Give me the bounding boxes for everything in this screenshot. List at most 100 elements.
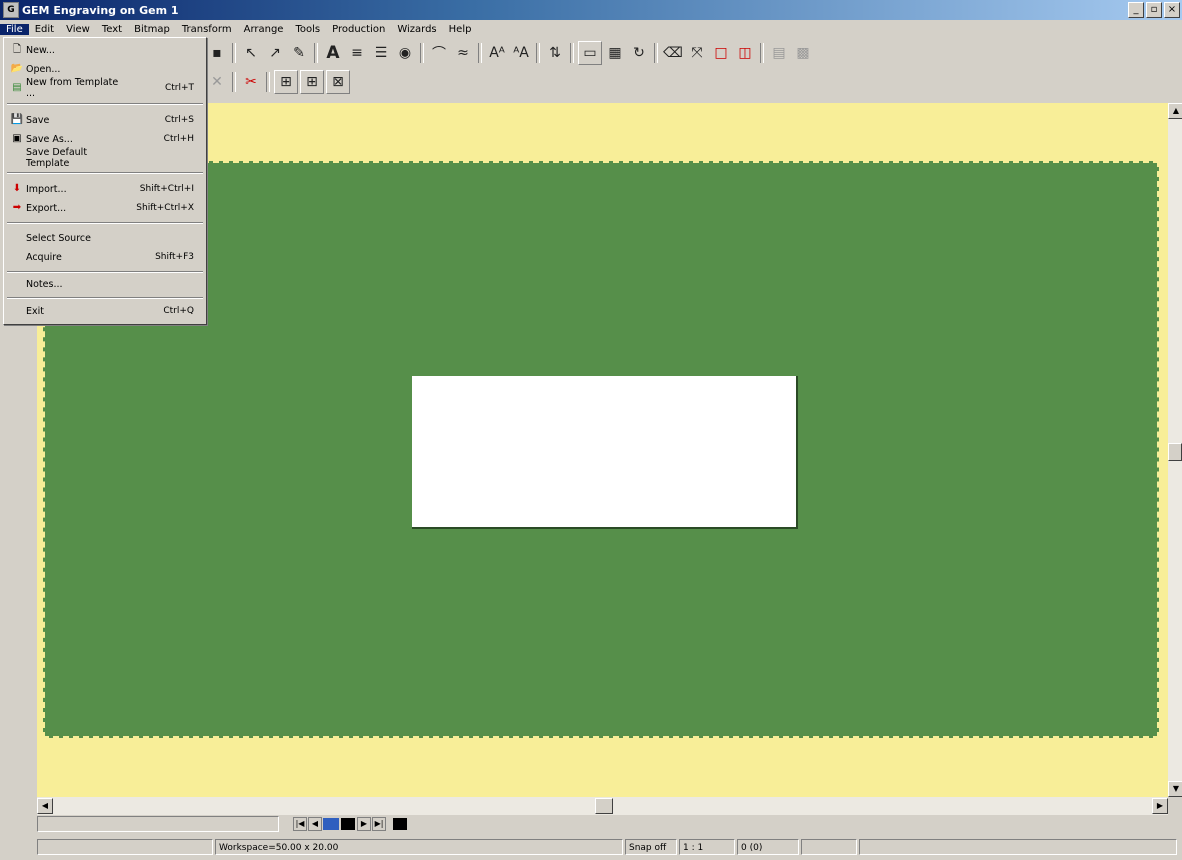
- node-edit-icon[interactable]: ↗: [264, 42, 286, 64]
- menu-item-exit[interactable]: Exit Ctrl+Q: [4, 302, 204, 320]
- menu-file[interactable]: File: [0, 23, 29, 35]
- status-panel-end: [859, 839, 1177, 855]
- text-columns-icon[interactable]: ☰: [370, 42, 392, 64]
- toolbar-separator: [232, 43, 236, 63]
- arc-text-icon[interactable]: ⌒: [428, 42, 450, 64]
- menu-wizards[interactable]: Wizards: [391, 24, 442, 35]
- save-as-icon: ▣: [12, 133, 22, 144]
- zoom-fit-icon[interactable]: ⊞: [274, 70, 298, 94]
- status-bar: Workspace=50.00 x 20.00 Snap off 1 : 1 0…: [0, 836, 1182, 858]
- hatch-icon[interactable]: ▤: [768, 42, 790, 64]
- rectangle-icon[interactable]: □: [710, 42, 732, 64]
- menu-item-acquire[interactable]: Acquire Shift+F3: [4, 248, 204, 266]
- status-panel-blank: [37, 839, 213, 855]
- pointer-icon[interactable]: ↖: [240, 42, 262, 64]
- palette-prev-icon[interactable]: ◀: [308, 817, 322, 831]
- secondary-toolbar: ✕ ✂ ⊞ ⊞ ⊠: [205, 69, 351, 95]
- status-snap: Snap off: [625, 839, 677, 855]
- scroll-right-icon[interactable]: ▶: [1152, 798, 1168, 814]
- text-tool-icon[interactable]: A: [322, 42, 344, 64]
- font-size-up-icon[interactable]: Aᴬ: [486, 42, 508, 64]
- window-title: GEM Engraving on Gem 1: [22, 3, 179, 17]
- menu-item-new[interactable]: 🗋 New...: [4, 41, 204, 59]
- palette-next-icon[interactable]: ▶: [357, 817, 371, 831]
- menu-arrange[interactable]: Arrange: [238, 24, 290, 35]
- vertical-scroll-thumb[interactable]: [1168, 443, 1182, 461]
- engraving-plate[interactable]: [43, 161, 1159, 738]
- menu-text[interactable]: Text: [96, 24, 128, 35]
- menu-item-export[interactable]: ➡ Export... Shift+Ctrl+X: [4, 199, 204, 217]
- eraser-icon[interactable]: ⌫: [662, 42, 684, 64]
- palette-last-icon[interactable]: ▶|: [372, 817, 386, 831]
- image-icon[interactable]: ▪: [206, 42, 228, 64]
- menu-transform[interactable]: Transform: [176, 24, 238, 35]
- text-align-icon[interactable]: ≡: [346, 42, 368, 64]
- color-swatch-blue[interactable]: [323, 818, 339, 830]
- scroll-left-icon[interactable]: ◀: [37, 798, 53, 814]
- main-toolbar: ▪ ↖ ↗ ✎ A ≡ ☰ ◉ ⌒ ≈ Aᴬ ᴬA ⇅ ▭ ▦ ↻ ⌫ ⤧ □ …: [205, 40, 815, 66]
- minimize-button[interactable]: _: [1128, 2, 1144, 18]
- menu-item-select-source[interactable]: Select Source: [4, 229, 204, 247]
- status-ratio: 1 : 1: [679, 839, 735, 855]
- close-button[interactable]: ×: [1164, 2, 1180, 18]
- menu-separator: [7, 297, 203, 299]
- selected-rectangle[interactable]: [412, 376, 798, 529]
- open-folder-icon: 📂: [10, 63, 24, 74]
- palette-first-icon[interactable]: |◀: [293, 817, 307, 831]
- import-icon: ⬇: [12, 183, 22, 194]
- rotate-icon[interactable]: ↻: [628, 42, 650, 64]
- menu-bitmap[interactable]: Bitmap: [128, 24, 176, 35]
- export-icon: ➡: [12, 202, 22, 213]
- transform-icon[interactable]: ⤧: [686, 42, 708, 64]
- toolbar-separator: [760, 43, 764, 63]
- freehand-icon[interactable]: ✎: [288, 42, 310, 64]
- menu-item-import[interactable]: ⬇ Import... Shift+Ctrl+I: [4, 180, 204, 198]
- frame-icon[interactable]: ▭: [578, 41, 602, 65]
- maximize-button[interactable]: ▫: [1146, 2, 1162, 18]
- palette-field: [37, 816, 279, 832]
- zoom-select-icon[interactable]: ⊠: [326, 70, 350, 94]
- delete-icon[interactable]: ✕: [206, 71, 228, 93]
- cut-icon[interactable]: ✂: [240, 71, 262, 93]
- status-panel-empty: [801, 839, 857, 855]
- toolbar-separator: [478, 43, 482, 63]
- menu-production[interactable]: Production: [326, 24, 391, 35]
- title-bar: G GEM Engraving on Gem 1 _ ▫ ×: [0, 0, 1182, 20]
- new-document-icon: 🗋: [12, 44, 22, 55]
- file-menu-dropdown: 🗋 New... 📂 Open... ▤ New from Template .…: [3, 37, 207, 325]
- crosshatch-icon[interactable]: ▩: [792, 42, 814, 64]
- menu-item-open[interactable]: 📂 Open...: [4, 60, 204, 78]
- toolbar-separator: [570, 43, 574, 63]
- app-icon[interactable]: G: [3, 2, 19, 18]
- path-text-icon[interactable]: ≈: [452, 42, 474, 64]
- menu-edit[interactable]: Edit: [29, 24, 60, 35]
- spacing-icon[interactable]: ⇅: [544, 42, 566, 64]
- toolbar-separator: [314, 43, 318, 63]
- menu-item-save[interactable]: 💾 Save Ctrl+S: [4, 111, 204, 129]
- menu-bar: File Edit View Text Bitmap Transform Arr…: [0, 20, 1182, 38]
- vertical-scrollbar[interactable]: ▲ ▼: [1168, 103, 1182, 797]
- template-icon: ▤: [12, 82, 22, 93]
- menu-item-notes[interactable]: Notes...: [4, 275, 204, 293]
- menu-separator: [7, 271, 203, 273]
- scroll-up-icon[interactable]: ▲: [1168, 103, 1182, 119]
- menu-view[interactable]: View: [60, 24, 96, 35]
- zoom-page-icon[interactable]: ⊞: [300, 70, 324, 94]
- window-icon[interactable]: ◫: [734, 42, 756, 64]
- menu-tools[interactable]: Tools: [289, 24, 326, 35]
- menu-help[interactable]: Help: [443, 24, 478, 35]
- grid-icon[interactable]: ▦: [604, 42, 626, 64]
- font-size-down-icon[interactable]: ᴬA: [510, 42, 532, 64]
- status-count: 0 (0): [737, 839, 799, 855]
- scroll-down-icon[interactable]: ▼: [1168, 781, 1182, 797]
- color-swatch-black[interactable]: [341, 818, 355, 830]
- toolbar-separator: [654, 43, 658, 63]
- menu-item-save-as[interactable]: ▣ Save As... Ctrl+H: [4, 130, 204, 148]
- circle-text-icon[interactable]: ◉: [394, 42, 416, 64]
- current-color-swatch[interactable]: [393, 818, 407, 830]
- menu-item-save-default-template[interactable]: Save Default Template: [4, 147, 204, 169]
- color-palette-bar: |◀ ◀ ▶ ▶|: [37, 815, 1168, 833]
- menu-item-new-from-template[interactable]: ▤ New from Template ... Ctrl+T: [4, 77, 204, 99]
- horizontal-scroll-thumb[interactable]: [595, 798, 613, 814]
- horizontal-scrollbar[interactable]: ◀ ▶: [37, 797, 1168, 815]
